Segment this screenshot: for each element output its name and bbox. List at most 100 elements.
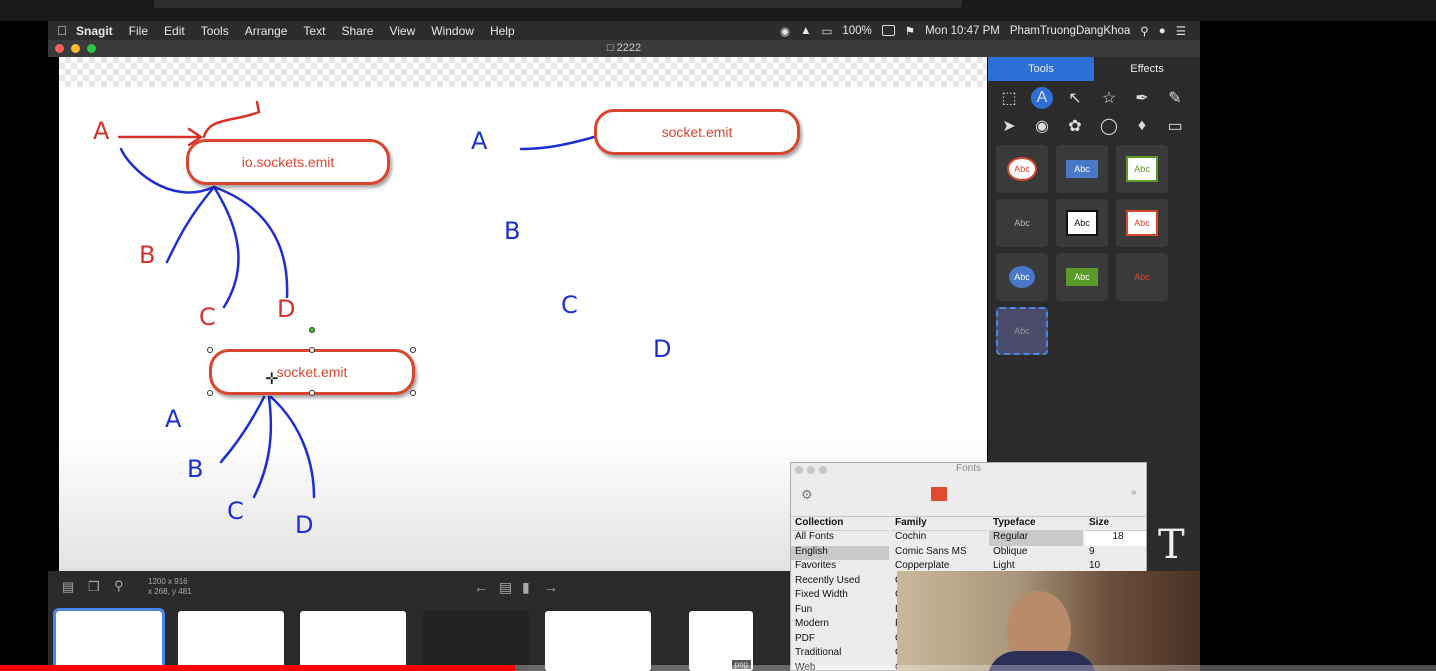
fonts-zoom-button[interactable] [819, 466, 827, 474]
style-speech-bubble[interactable]: Abc [996, 145, 1048, 193]
search-icon[interactable]: ⚲ [1140, 24, 1148, 38]
apple-icon[interactable]:  [48, 23, 76, 38]
letter-a-blue-lower: A [165, 405, 182, 433]
thumbnail-3[interactable] [300, 611, 406, 671]
style-dark-text[interactable]: Abc [996, 199, 1048, 247]
forward-arrow-icon[interactable]: → [544, 579, 558, 595]
text-color-swatch[interactable] [931, 487, 947, 501]
selection-tool-icon[interactable]: ⬚ [998, 87, 1020, 109]
arrow-to-b [165, 185, 216, 264]
menu-share[interactable]: Share [341, 24, 373, 38]
gear-icon[interactable]: ⚙ [801, 487, 813, 503]
selection-handle[interactable] [207, 347, 213, 353]
selection-handle[interactable] [410, 347, 416, 353]
collection-item[interactable]: Fixed Width [791, 589, 889, 604]
user-name[interactable]: PhamTruongDangKhoa [1010, 25, 1130, 37]
menu-text[interactable]: Text [303, 24, 325, 38]
pen-tool-icon[interactable]: ✒ [1131, 87, 1153, 109]
chevron-right-icon[interactable]: » [1131, 487, 1137, 498]
letter-a-red: A [93, 117, 110, 145]
typeface-item[interactable]: Regular [989, 531, 1083, 546]
flag-icon[interactable]: ⚑ [905, 24, 915, 38]
collection-item[interactable]: English [791, 545, 889, 560]
paint-bucket-tool-icon[interactable]: ♦ [1131, 115, 1153, 137]
collection-item[interactable]: Favorites [791, 560, 889, 575]
letter-d-blue-lower: D [295, 511, 314, 539]
collection-item[interactable]: All Fonts [791, 531, 889, 546]
pill-io-sockets-emit[interactable]: io.sockets.emit [186, 139, 390, 185]
style-red-text[interactable]: Abc [1116, 253, 1168, 301]
collection-item[interactable]: Fun [791, 604, 889, 619]
collection-item[interactable]: Traditional [791, 647, 889, 662]
list-icon[interactable]: ☰ [1176, 24, 1186, 38]
zoom-icon[interactable]: ⚲ [114, 578, 124, 594]
folder-icon[interactable]: ▮ [522, 579, 530, 596]
typeface-item[interactable]: Oblique [989, 546, 1083, 561]
camera-icon[interactable]: ◉ [780, 24, 790, 38]
status-area: ◉ ▲ ▭ 100% ⚑ Mon 10:47 PM PhamTruongDang… [780, 24, 1200, 38]
menu-arrange[interactable]: Arrange [245, 24, 288, 38]
tab-tools[interactable]: Tools [988, 57, 1094, 81]
size-item[interactable]: 9 [1085, 546, 1146, 561]
wifi-icon[interactable]: ▲ [800, 25, 811, 37]
thumbnail-terminal[interactable] [423, 611, 529, 671]
menu-help[interactable]: Help [490, 24, 515, 38]
add-style-button[interactable]: Abc [996, 307, 1048, 355]
menu-view[interactable]: View [389, 24, 415, 38]
selection-handle[interactable] [410, 390, 416, 396]
tab-effects[interactable]: Effects [1094, 57, 1200, 81]
eraser-tool-icon[interactable]: ▭ [1164, 115, 1186, 137]
style-red-box[interactable]: Abc [1116, 199, 1168, 247]
size-header: Size [1085, 517, 1146, 531]
menu-file[interactable]: File [129, 24, 148, 38]
menu-tools[interactable]: Tools [201, 24, 229, 38]
menu-app[interactable]: Snagit [76, 24, 113, 38]
pill-socket-emit-selected[interactable]: socket.emit [209, 349, 415, 395]
highlighter-tool-icon[interactable]: ✎ [1164, 87, 1186, 109]
style-green-box[interactable]: Abc [1116, 145, 1168, 193]
window-title-text: 2222 [616, 42, 642, 54]
style-label: Abc [1066, 210, 1098, 236]
battery-text[interactable]: 100% [842, 25, 871, 37]
crop-icon[interactable]: ❒ [88, 579, 100, 595]
fonts-close-button[interactable] [795, 466, 803, 474]
thumbnail-4[interactable] [545, 611, 651, 671]
menu-edit[interactable]: Edit [164, 24, 185, 38]
step-tool-icon[interactable]: ✿ [1064, 115, 1086, 137]
selection-handle[interactable] [207, 390, 213, 396]
fonts-minimize-button[interactable] [807, 466, 815, 474]
collection-item[interactable]: Recently Used [791, 575, 889, 590]
text-tool-large-icon[interactable]: T [1158, 522, 1185, 568]
size-input[interactable]: 18 [1085, 531, 1146, 546]
family-item[interactable]: Cochin [891, 531, 987, 546]
selection-handle[interactable] [309, 347, 315, 353]
siri-icon[interactable]: ● [1159, 25, 1166, 37]
rotate-handle[interactable] [309, 327, 315, 333]
selection-handle[interactable] [309, 390, 315, 396]
airplay-icon[interactable]: ▭ [821, 24, 832, 38]
move-tool-icon[interactable]: ➤ [998, 115, 1020, 137]
magnify-tool-icon[interactable]: ◯ [1098, 115, 1120, 137]
collection-item[interactable]: PDF [791, 633, 889, 648]
style-green-arrow[interactable]: Abc [1056, 253, 1108, 301]
family-item[interactable]: Comic Sans MS [891, 546, 987, 561]
stamp-tool-icon[interactable]: ☆ [1098, 87, 1120, 109]
thumbnail-2[interactable] [178, 611, 284, 671]
style-blue-cloud[interactable]: Abc [996, 253, 1048, 301]
style-blue-arrow[interactable]: Abc [1056, 145, 1108, 193]
arrow-tool-icon[interactable]: ↖ [1064, 87, 1086, 109]
collection-item[interactable]: Modern [791, 618, 889, 633]
video-progress-bar[interactable] [0, 665, 1436, 671]
tray-icon[interactable]: ▤ [499, 579, 512, 596]
pill-socket-emit-right[interactable]: socket.emit [594, 109, 800, 155]
letter-a-blue: A [471, 127, 488, 155]
canvas-size-icon[interactable]: ▤ [62, 579, 74, 595]
fill-tool-icon[interactable]: ◉ [1031, 115, 1053, 137]
thumbnail-png[interactable]: png [689, 611, 753, 671]
back-arrow-icon[interactable]: ← [474, 579, 488, 595]
clock[interactable]: Mon 10:47 PM [925, 25, 1000, 37]
menu-window[interactable]: Window [431, 24, 474, 38]
thumbnail-current[interactable] [53, 608, 165, 671]
style-white-box[interactable]: Abc [1056, 199, 1108, 247]
callout-tool-icon[interactable]: A [1031, 87, 1053, 109]
